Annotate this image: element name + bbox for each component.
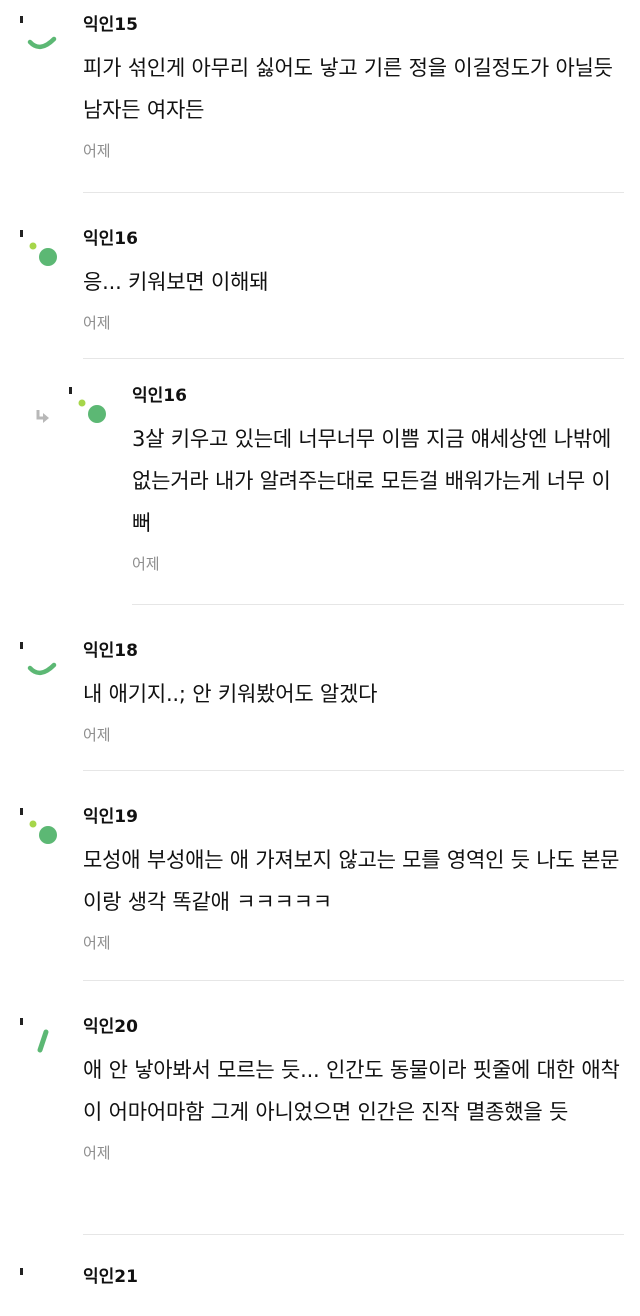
dots-icon (20, 808, 57, 844)
comment-time: 어제 (83, 314, 111, 332)
avatar[interactable] (18, 1016, 68, 1066)
comment-author[interactable]: 익인16 (83, 228, 624, 250)
avatar[interactable] (18, 640, 68, 690)
divider (83, 770, 624, 771)
comment-author[interactable]: 익인16 (132, 385, 624, 407)
comment-author[interactable]: 익인19 (83, 806, 624, 828)
comment-text: 애 안 낳아봐서 모르는 듯... 인간도 동물이라 핏줄에 대한 애착이 어마… (83, 1058, 620, 1124)
comment-text: 모성애 부성애는 애 가져보지 않고는 모를 영역인 듯 나도 본문이랑 생각 … (83, 848, 620, 914)
avatar[interactable] (67, 385, 117, 435)
dots-icon (69, 387, 106, 423)
comment-text: 3살 키우고 있는데 너무너무 이쁨 지금 얘세상엔 나밖에 없는거라 내가 알… (132, 427, 612, 535)
comment-time: 어제 (83, 1144, 111, 1162)
reply-arrow-icon (36, 410, 50, 424)
comment-author[interactable]: 익인15 (83, 14, 624, 36)
divider (83, 1234, 624, 1235)
comment-author[interactable]: 익인18 (83, 640, 624, 662)
avatar[interactable] (18, 1266, 68, 1316)
comment-author[interactable]: 익인20 (83, 1016, 624, 1038)
comment-time: 어제 (83, 726, 111, 744)
divider (132, 604, 624, 605)
comment-text: 내 애기지..; 안 키워봤어도 알겠다 (83, 682, 378, 706)
comment-time: 어제 (83, 934, 111, 952)
avatar[interactable] (18, 806, 68, 856)
comment-time: 어제 (83, 142, 111, 160)
avatar[interactable] (18, 14, 68, 64)
comment-feed: 익인15 피가 섞인게 아무리 싫어도 낳고 기른 정을 이길정도가 아닐듯 남… (0, 0, 640, 1287)
dots-icon (20, 230, 57, 266)
slash-icon (20, 1018, 49, 1053)
divider (83, 358, 624, 359)
comment-time: 어제 (132, 555, 160, 573)
comment-text: 피가 섞인게 아무리 싫어도 낳고 기른 정을 이길정도가 아닐듯 남자든 여자… (83, 56, 613, 122)
comment-text: 응... 키워보면 이해돼 (83, 270, 269, 294)
arc-icon (20, 1268, 23, 1275)
divider (83, 980, 624, 981)
arc-icon (20, 642, 57, 675)
comment-author[interactable]: 익인21 (83, 1266, 624, 1288)
avatar[interactable] (18, 228, 68, 278)
arc-icon (20, 16, 57, 49)
divider (83, 192, 624, 193)
